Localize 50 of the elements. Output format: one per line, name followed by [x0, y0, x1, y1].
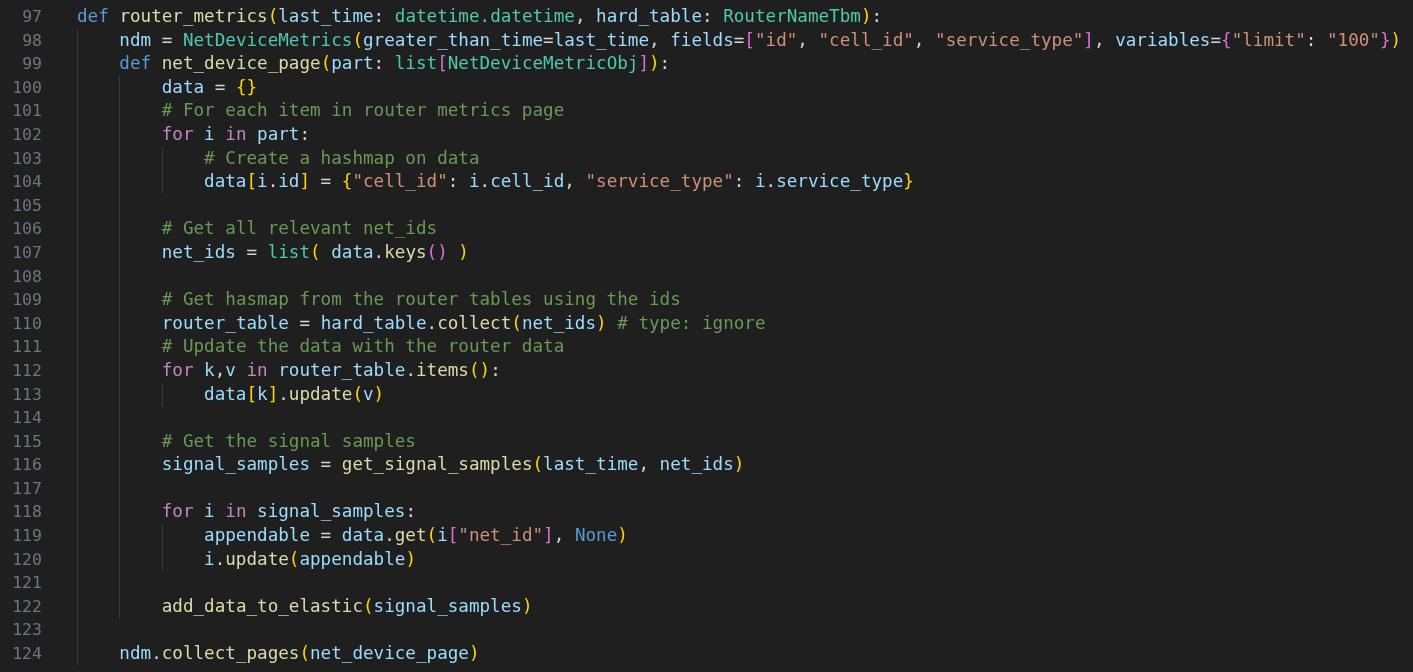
line-number: 119: [11, 525, 42, 548]
code-line: def router_metrics(last_time: datetime.datetime, hard_table: RouterNameTbm):: [77, 5, 883, 28]
code-comment: # For each item in router metrics page: [161, 99, 565, 123]
line-number: 115: [11, 430, 42, 453]
code-line: for i in signal_samples:: [161, 500, 416, 524]
line-number: 116: [11, 454, 42, 477]
code-comment: # Create a hashmap on data: [204, 146, 480, 170]
code-comment: # Get the signal samples: [161, 429, 416, 453]
code-line: def net_device_page(part: list[NetDeviceMetricObj]):: [119, 52, 671, 76]
line-number: 118: [11, 501, 42, 524]
line-number: 109: [11, 289, 42, 312]
line-number: 110: [11, 312, 42, 335]
line-number: 117: [11, 477, 42, 500]
line-number: 124: [11, 643, 42, 666]
line-number: 108: [11, 265, 42, 288]
line-number: 111: [11, 336, 42, 359]
line-number: 121: [11, 572, 42, 595]
line-number: 114: [11, 407, 42, 430]
code-line: data[k].update(v): [204, 382, 385, 406]
line-number: 98: [21, 29, 42, 52]
line-number: 105: [11, 194, 42, 217]
code-line: net_ids = list( data.keys() ): [161, 240, 469, 264]
line-number: 97: [21, 6, 42, 28]
code-line: appendable = data.get(i["net_id"], None): [204, 524, 628, 548]
line-number: 106: [11, 218, 42, 241]
line-number: 104: [11, 171, 42, 194]
line-number: 113: [11, 383, 42, 406]
line-number: 120: [11, 548, 42, 571]
line-number: 102: [11, 123, 42, 146]
line-number: 103: [11, 147, 42, 170]
code-comment: # Update the data with the router data: [161, 335, 565, 359]
code-line: router_table = hard_table.collect(net_ids) # type: ignore: [161, 311, 766, 335]
code-comment: # Get all relevant net_ids: [161, 217, 438, 241]
code-line: signal_samples = get_signal_samples(last_time, net_ids): [161, 453, 745, 477]
line-number: 100: [11, 76, 42, 99]
code-line: i.update(appendable): [204, 547, 416, 571]
code-line: add_data_to_elastic(signal_samples): [161, 594, 533, 618]
line-number: 101: [11, 100, 42, 123]
code-line: data = {}: [161, 75, 258, 99]
line-number: 112: [11, 359, 42, 382]
line-number: 107: [11, 241, 42, 264]
line-number: 122: [11, 595, 42, 618]
line-number: 99: [21, 53, 42, 76]
code-line: data[i.id] = {"cell_id": i.cell_id, "service_type": i.service_type}: [204, 170, 914, 194]
code-line: for k,v in router_table.items():: [161, 358, 501, 382]
code-line: ndm.collect_pages(net_device_page): [119, 642, 480, 666]
code-line: ndm = NetDeviceMetrics(greater_than_time=last_time, fields=["id", "cell_id", "service_type"], variables={"limit": "100"}): [119, 28, 1402, 52]
code-line: for i in part:: [161, 122, 311, 146]
line-number: 123: [11, 619, 42, 642]
code-comment: # Get hasmap from the router tables using the ids: [161, 288, 681, 312]
